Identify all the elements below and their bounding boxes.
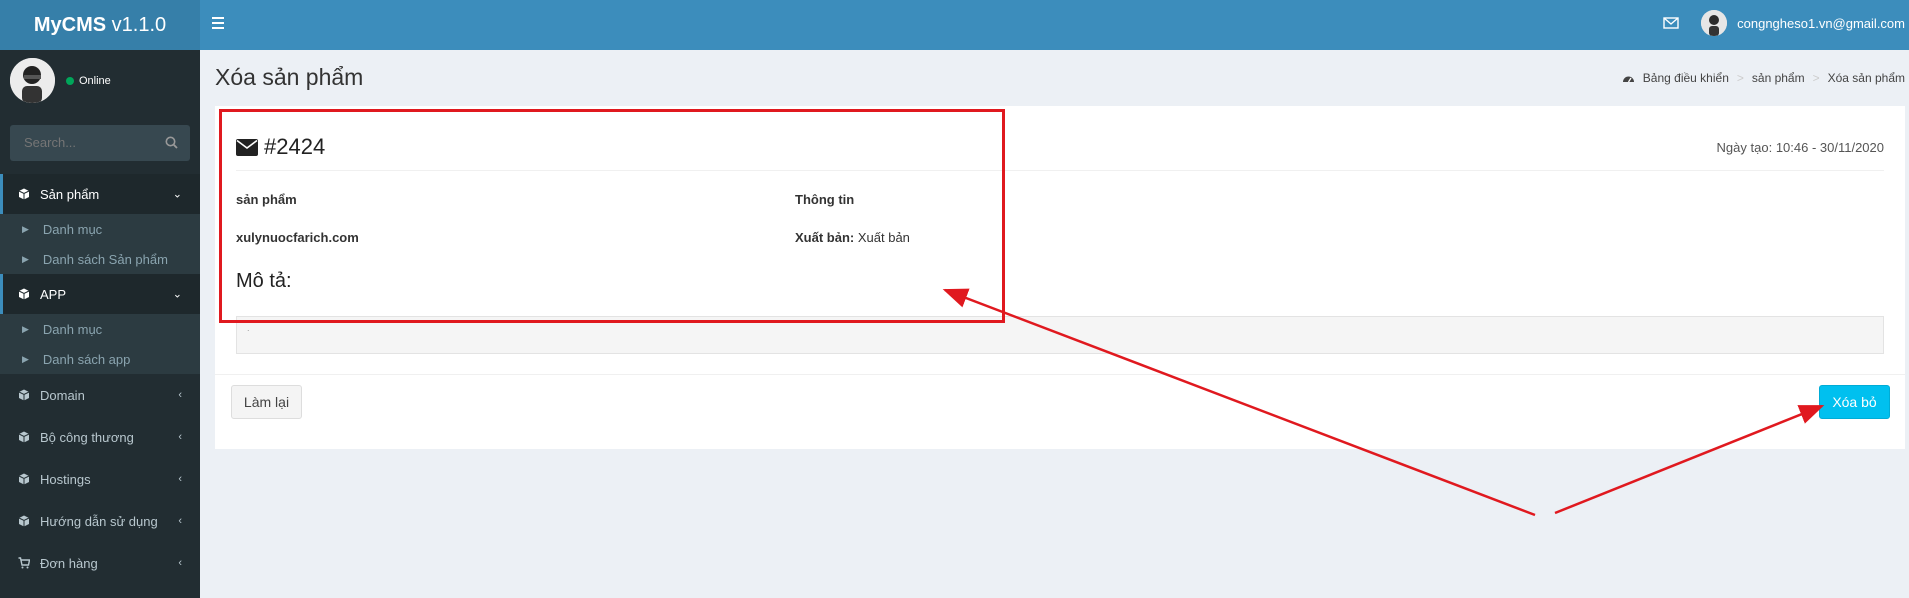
sidebar-menu: Sản phẩm ⌄ ▶ Danh mục ▶ Danh sách Sản phẩm… [0, 174, 200, 584]
sidebar: Online Sản phẩm ⌄ ▶ Danh mục ▶ Danh sách S… [0, 50, 200, 598]
sidebar-item-huong-dan[interactable]: Hướng dẫn sử dụng ‹ [0, 500, 200, 542]
online-dot-icon [66, 77, 74, 85]
detail-box [215, 106, 1905, 449]
breadcrumb-item-products[interactable]: sản phẩm [1752, 71, 1805, 85]
top-navbar: congngheso1.vn@gmail.com [200, 0, 1909, 50]
sidebar-item-app[interactable]: APP ⌄ [0, 274, 200, 314]
sidebar-item-label: Hướng dẫn sử dụng [40, 513, 158, 529]
publish-status-value: Xuất bản [857, 230, 910, 245]
cart-icon [18, 557, 30, 569]
sidebar-search [10, 125, 190, 161]
submenu-item-danh-muc[interactable]: ▶ Danh mục [0, 214, 200, 244]
created-date: Ngày tạo: 10:46 - 30/11/2020 [1717, 140, 1884, 155]
divider [236, 170, 1884, 171]
dashboard-icon [1622, 76, 1634, 82]
avatar [1701, 10, 1728, 36]
created-label: Ngày tạo: [1716, 140, 1773, 155]
breadcrumb-separator: > [1812, 71, 1820, 85]
chevron-left-icon: ‹ [178, 515, 182, 527]
cube-icon [18, 515, 30, 527]
sidebar-item-bo-cong-thuong[interactable]: Bộ công thương ‹ [0, 416, 200, 458]
breadcrumb-item-current: Xóa sản phẩm [1827, 71, 1905, 85]
user-email: congngheso1.vn@gmail.com [1737, 15, 1905, 31]
breadcrumb-separator: > [1736, 71, 1744, 85]
page-title: Xóa sản phẩm [215, 64, 364, 90]
sidebar-toggle-icon[interactable] [212, 14, 230, 32]
caret-right-icon: ▶ [22, 223, 29, 234]
sidebar-item-label: APP [40, 286, 67, 302]
info-column-header: Thông tin [795, 192, 855, 207]
submenu-label: Danh mục [42, 321, 103, 337]
description-heading: Mô tả: [236, 270, 292, 292]
delete-button[interactable]: Xóa bỏ [1819, 385, 1890, 419]
publish-status: Xuất bản: Xuất bản [795, 230, 910, 245]
online-status: Online [66, 75, 111, 87]
sidebar-item-don-hang[interactable]: Đơn hàng ‹ [0, 542, 200, 584]
product-column-header: sản phẩm [236, 192, 297, 207]
cube-icon [18, 288, 30, 300]
brand-name: MyCMS [33, 13, 107, 36]
submenu-label: Danh sách app [42, 351, 131, 367]
chevron-down-icon: ⌄ [172, 188, 182, 201]
publish-status-label: Xuất bản: [795, 230, 855, 245]
search-icon[interactable] [165, 136, 178, 149]
cube-icon [18, 473, 30, 485]
sidebar-item-label: Domain [40, 387, 85, 403]
sidebar-item-san-pham[interactable]: Sản phẩm ⌄ [0, 174, 200, 214]
sidebar-item-domain[interactable]: Domain ‹ [0, 374, 200, 416]
user-panel: Online [0, 50, 200, 114]
cube-icon [18, 389, 30, 401]
search-input[interactable] [24, 135, 164, 150]
sidebar-item-hostings[interactable]: Hostings ‹ [0, 458, 200, 500]
avatar [10, 58, 55, 103]
breadcrumb-item-dashboard[interactable]: Bảng điều khiển [1643, 71, 1729, 85]
submenu-app: ▶ Danh mục ▶ Danh sách app [0, 314, 200, 374]
sidebar-item-label: Sản phẩm [40, 186, 100, 202]
caret-right-icon: ▶ [22, 353, 29, 364]
app-version: v1.1.0 [111, 13, 167, 36]
caret-right-icon: ▶ [22, 253, 29, 264]
submenu-item-danh-muc[interactable]: ▶ Danh mục [0, 314, 200, 344]
description-content: . [236, 316, 1884, 354]
user-menu[interactable]: congngheso1.vn@gmail.com [1701, 10, 1905, 36]
mail-icon[interactable] [1663, 16, 1679, 30]
submenu-label: Danh mục [42, 221, 103, 237]
chevron-left-icon: ‹ [178, 389, 182, 401]
created-value: 10:46 - 30/11/2020 [1775, 140, 1884, 155]
online-label: Online [79, 75, 111, 87]
divider [215, 374, 1905, 375]
submenu-label: Danh sách Sản phẩm [42, 251, 168, 267]
chevron-down-icon: ⌄ [172, 288, 182, 301]
chevron-left-icon: ‹ [178, 473, 182, 485]
product-domain: xulynuocfarich.com [236, 230, 359, 245]
reset-button[interactable]: Làm lại [231, 385, 302, 419]
submenu-item-danh-sach-san-pham[interactable]: ▶ Danh sách Sản phẩm [0, 244, 200, 274]
app-logo[interactable]: MyCMS v1.1.0 [0, 0, 200, 50]
envelope-icon [236, 138, 258, 156]
record-id: #2424 [264, 134, 326, 159]
chevron-left-icon: ‹ [178, 557, 182, 569]
cube-icon [18, 431, 30, 443]
record-header: #2424 [236, 134, 325, 160]
chevron-left-icon: ‹ [178, 431, 182, 443]
sidebar-item-label: Đơn hàng [40, 555, 98, 571]
caret-right-icon: ▶ [22, 323, 29, 334]
breadcrumb: Bảng điều khiển > sản phẩm > Xóa sản phẩ… [1622, 71, 1905, 85]
cube-icon [18, 188, 30, 200]
submenu-item-danh-sach-app[interactable]: ▶ Danh sách app [0, 344, 200, 374]
sidebar-item-label: Bộ công thương [40, 429, 134, 445]
sidebar-item-label: Hostings [40, 471, 91, 487]
submenu-san-pham: ▶ Danh mục ▶ Danh sách Sản phẩm [0, 214, 200, 274]
